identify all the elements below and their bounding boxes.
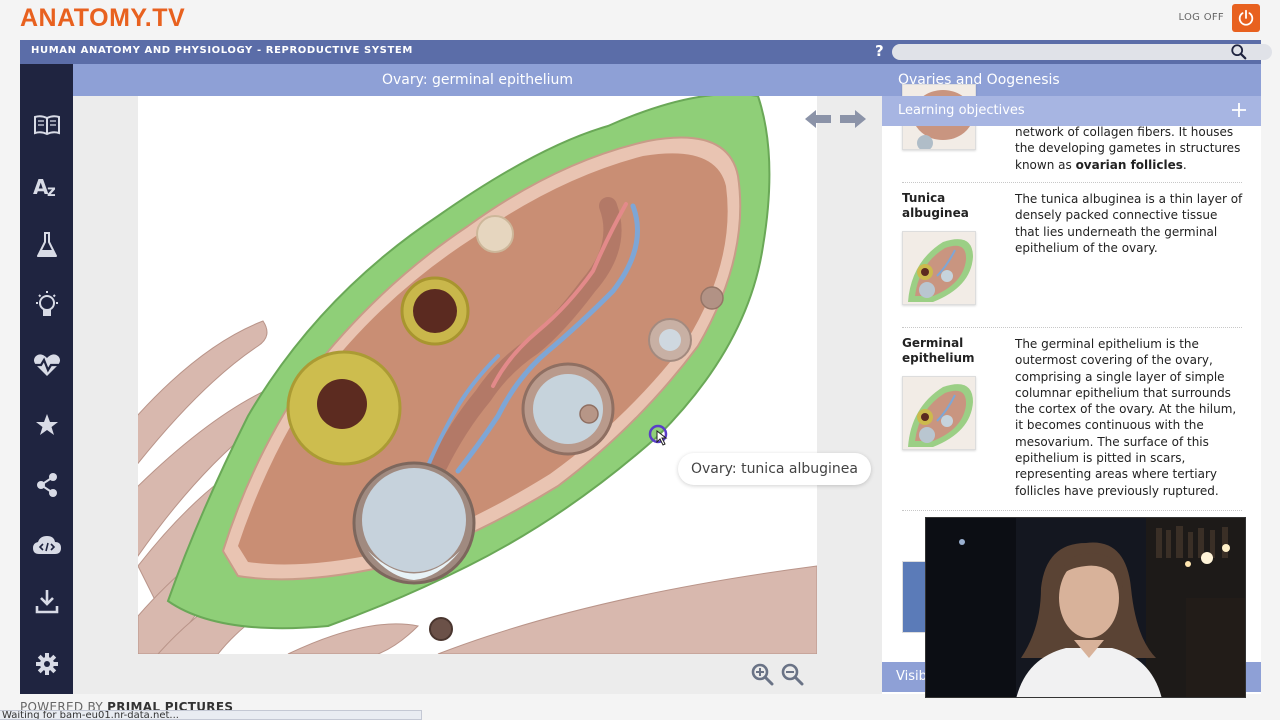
tunica-albuginea-thumbnail[interactable]	[902, 231, 976, 305]
entry-term-germinal-epithelium: Germinal epithelium	[902, 336, 975, 365]
log-off-button[interactable]	[1232, 4, 1260, 32]
module-title-bar: HUMAN ANATOMY AND PHYSIOLOGY - REPRODUCT…	[20, 40, 1272, 64]
model-viewer: Ovary: germinal epithelium Ovary: tunica…	[73, 64, 882, 694]
book-icon[interactable]	[32, 110, 62, 140]
entry-text-tunica-albuginea: The tunica albuginea is a thin layer of …	[1015, 192, 1243, 255]
structure-tooltip: Ovary: tunica albuginea	[678, 453, 871, 485]
ovary-illustration[interactable]	[138, 96, 817, 654]
arrow-left-icon[interactable]	[803, 108, 833, 130]
search-icon[interactable]	[1230, 43, 1248, 61]
entry-divider	[902, 327, 1242, 328]
viewer-header: Ovary: germinal epithelium	[73, 64, 882, 96]
learning-objectives-bar[interactable]: Learning objectives	[882, 96, 1261, 126]
anatomy-tv-logo[interactable]: ANATOMY.TV	[20, 4, 185, 33]
entry-term-tunica-albuginea: Tunica albuginea	[902, 191, 969, 220]
svg-text:z: z	[47, 182, 56, 198]
entry-divider	[902, 510, 1242, 511]
zoom-in-icon[interactable]	[750, 662, 774, 686]
arrow-right-icon[interactable]	[838, 108, 868, 130]
module-title: HUMAN ANATOMY AND PHYSIOLOGY - REPRODUCT…	[31, 45, 413, 56]
help-icon[interactable]: ?	[875, 42, 884, 60]
download-icon[interactable]	[32, 586, 62, 616]
cloud-code-icon[interactable]	[32, 530, 62, 560]
ovarian-follicles-term: ovarian follicles	[1075, 157, 1183, 172]
flask-icon[interactable]	[32, 230, 62, 260]
left-toolbar: Az	[20, 64, 73, 694]
lightbulb-icon[interactable]	[32, 290, 62, 320]
gear-icon[interactable]	[32, 649, 62, 679]
entry-description-end: .	[1182, 157, 1187, 172]
log-off-label[interactable]: LOG OFF	[1179, 12, 1225, 23]
learning-objectives-label: Learning objectives	[898, 103, 1025, 118]
entry-divider	[902, 182, 1242, 183]
expand-plus-icon[interactable]	[1231, 102, 1247, 118]
presenter-webcam	[925, 517, 1246, 698]
search-input[interactable]	[892, 44, 1272, 60]
share-icon[interactable]	[32, 470, 62, 500]
heartbeat-icon[interactable]	[32, 350, 62, 380]
power-icon	[1238, 9, 1254, 26]
ovary-3d-model[interactable]	[138, 96, 817, 654]
star-icon[interactable]	[32, 410, 62, 440]
app-root: ANATOMY.TV LOG OFF HUMAN ANATOMY AND PHY…	[0, 0, 1280, 720]
browser-status-bar: Waiting for bam-eu01.nr-data.net...	[0, 710, 422, 720]
entry-description: network of collagen fibers. It houses th…	[1015, 124, 1245, 173]
presenter-video-frame	[926, 518, 1245, 697]
a-z-glossary-icon[interactable]: Az	[32, 170, 62, 200]
viewer-title: Ovary: germinal epithelium	[381, 72, 574, 88]
entry-text-germinal-epithelium: The germinal epithelium is the outermost…	[1015, 337, 1237, 498]
zoom-out-icon[interactable]	[780, 662, 804, 686]
germinal-epithelium-thumbnail[interactable]	[902, 376, 976, 450]
